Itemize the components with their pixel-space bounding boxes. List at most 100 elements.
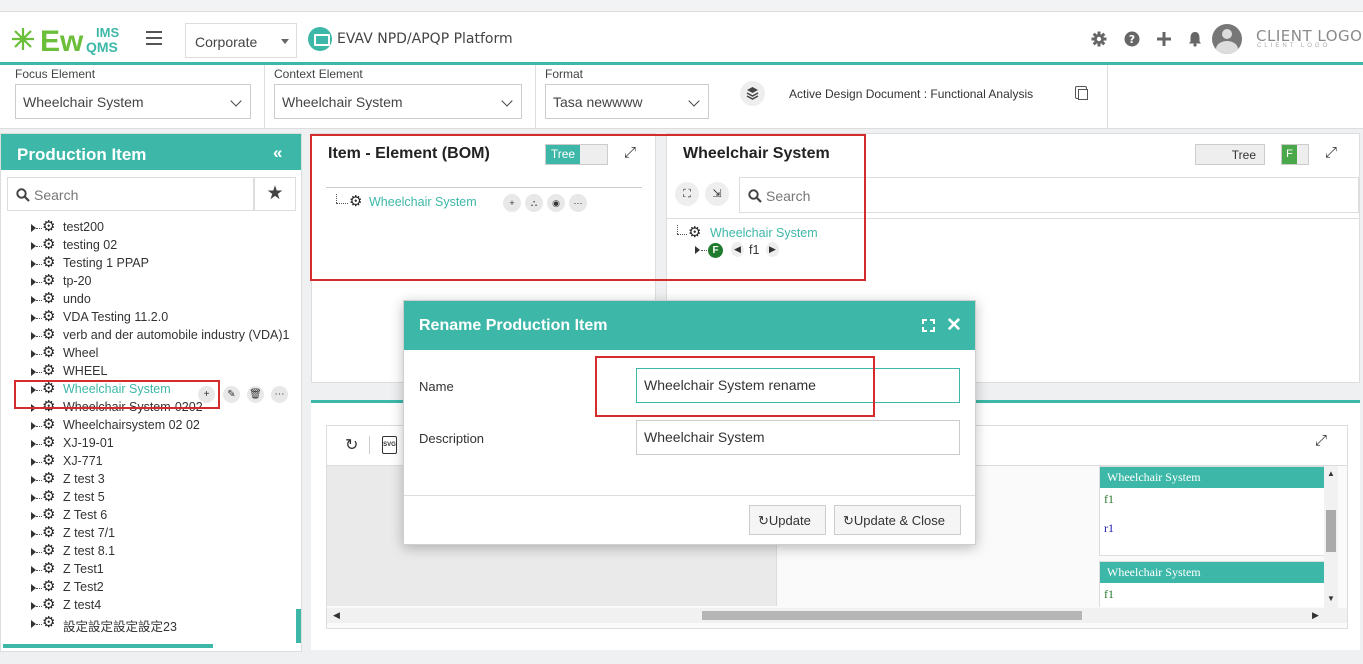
gear-icon: ⚙ (42, 272, 56, 289)
tree-item-label: Z Test2 (63, 580, 104, 594)
tree-item-label: Z test 5 (63, 490, 105, 504)
chevron-down-icon (230, 95, 242, 107)
diagram-card[interactable]: Wheelchair System f1 (1099, 561, 1325, 607)
diagram-card[interactable]: Wheelchair System f1 r1 (1099, 466, 1325, 556)
production-item-tree: ⚙ test200 ⚙ testing 02 ⚙ Testing 1 PPAP ⚙ tp-20… (1, 219, 298, 644)
description-input[interactable]: Wheelchair System (636, 420, 960, 455)
copy-icon[interactable] (1075, 86, 1088, 100)
format-select[interactable]: Tasa newwww (545, 84, 709, 119)
favorite-star-icon[interactable]: ★ (254, 177, 296, 211)
gear-icon: ⚙ (42, 542, 56, 559)
tree-item-label: 設定設定設定設定23 (63, 620, 177, 634)
diagram-card-title: Wheelchair System (1100, 467, 1324, 488)
gear-icon: ⚙ (42, 219, 56, 235)
function-badge: F (1282, 145, 1297, 164)
client-logo-subtext: CLIENT LOGO (1257, 43, 1331, 49)
gear-icon: ⚙ (42, 326, 56, 343)
expand-icon[interactable]: ⤢ (1325, 144, 1337, 161)
gear-icon: ⚙ (42, 578, 56, 595)
monitor-icon (308, 27, 332, 51)
tree-item-label: XJ-19-01 (63, 436, 114, 450)
gear-icon: ⚙ (42, 614, 56, 631)
function-tree-toggle[interactable]: Tree (1195, 144, 1265, 165)
diagram-card-item: r1 (1104, 521, 1114, 535)
gear-icon: ⚙ (42, 308, 56, 325)
close-icon[interactable]: ✕ (946, 314, 962, 337)
browser-strip (0, 0, 1363, 12)
tree-item-label: VDA Testing 11.2.0 (63, 310, 169, 324)
company-select-value: Corporate (195, 34, 258, 50)
app-header: Ew IMS QMS Corporate EVAV NPD/APQP Platf… (0, 12, 1363, 65)
tree-item-label: XJ-771 (63, 454, 103, 468)
platform-title[interactable]: EVAV NPD/APQP Platform (337, 31, 513, 47)
logo-ims: IMS (96, 25, 119, 40)
bell-icon[interactable] (1187, 31, 1203, 47)
gear-icon: ⚙ (42, 236, 56, 253)
layers-icon[interactable] (740, 81, 765, 106)
tree-item-label: Z test 8.1 (63, 544, 116, 558)
tree-item-label: Wheel (63, 346, 99, 360)
gear-icon: ⚙ (42, 470, 56, 487)
tree-item-label: Z Test1 (63, 562, 104, 576)
context-element-select[interactable]: Wheelchair System (274, 84, 522, 119)
gear-icon: ⚙ (42, 488, 56, 505)
function-tree-toggle-label: Tree (1231, 148, 1256, 162)
focus-element-label: Focus Element (15, 67, 96, 81)
tree-item-label: verb and der automobile industry (VDA)1 (63, 328, 290, 342)
tree-item-label: Z Test 6 (63, 508, 108, 522)
more-options-icon[interactable]: ⋯ (271, 386, 288, 403)
selector-bar: Focus Element Wheelchair System Context … (0, 65, 1363, 129)
focus-element-value: Wheelchair System (23, 94, 144, 110)
production-item-search[interactable]: Search (7, 177, 254, 211)
tree-scrollbar[interactable] (296, 609, 301, 643)
svg-text:?: ? (1129, 33, 1135, 46)
app-logo[interactable]: Ew IMS QMS (10, 20, 135, 58)
caret-down-icon (281, 39, 289, 44)
tree-item-label: tp-20 (63, 274, 92, 288)
tree-item-label: Z test4 (63, 598, 102, 612)
gear-icon: ⚙ (42, 254, 56, 271)
maximize-icon[interactable] (922, 319, 935, 332)
delete-trash-icon[interactable]: 🗑 (247, 386, 264, 403)
diagram-card-item: f1 (1104, 492, 1114, 506)
tree-item-label: Testing 1 PPAP (63, 256, 149, 270)
collapse-panel-icon[interactable]: « (273, 143, 282, 163)
expand-icon[interactable]: ⤢ (1315, 432, 1327, 449)
help-icon[interactable]: ? (1124, 31, 1140, 47)
update-button-label: Update (768, 513, 811, 528)
update-button[interactable]: ↻Update (749, 505, 826, 535)
update-close-button[interactable]: ↻Update & Close (834, 505, 961, 535)
focus-element-select[interactable]: Wheelchair System (15, 84, 251, 119)
rename-dialog: Rename Production Item ✕ Name Wheelchair… (403, 300, 976, 545)
tree-hscrollbar[interactable] (3, 644, 213, 648)
refresh-icon: ↻ (843, 513, 854, 528)
update-close-button-label: Update & Close (853, 513, 945, 528)
avatar[interactable] (1212, 24, 1242, 54)
search-placeholder: Search (34, 187, 79, 203)
diagram-hscrollbar[interactable]: ◀ ▶ (327, 608, 1347, 623)
gear-icon[interactable] (1091, 31, 1107, 47)
company-select[interactable]: Corporate (185, 23, 297, 58)
function-filter-toggle[interactable]: F (1281, 144, 1309, 165)
gear-icon: ⚙ (42, 596, 56, 613)
logo-qms: QMS (86, 39, 118, 55)
name-label: Name (419, 379, 454, 394)
diagram-card-item: f1 (1104, 587, 1114, 601)
tree-item-label: Wheelchairsystem 02 02 (63, 418, 200, 432)
svg-export-icon[interactable]: SVG (382, 436, 397, 454)
plus-icon[interactable] (1156, 31, 1172, 47)
refresh-icon[interactable]: ↻ (345, 435, 358, 455)
tree-item-label: test200 (63, 220, 105, 234)
highlight-box (310, 134, 866, 281)
tree-item-label: testing 02 (63, 238, 118, 252)
refresh-icon: ↻ (758, 513, 769, 528)
diagram-card-title: Wheelchair System (1100, 562, 1324, 583)
tree-item-label: undo (63, 292, 91, 306)
description-label: Description (419, 431, 485, 446)
dialog-header: Rename Production Item ✕ (404, 301, 975, 350)
menu-icon[interactable] (146, 31, 162, 45)
diagram-vscrollbar[interactable]: ▲ ▼ (1324, 466, 1338, 608)
tree-item-label: WHEEL (63, 364, 108, 378)
edit-pencil-icon[interactable]: ✎ (223, 386, 240, 403)
gear-icon: ⚙ (42, 416, 56, 433)
